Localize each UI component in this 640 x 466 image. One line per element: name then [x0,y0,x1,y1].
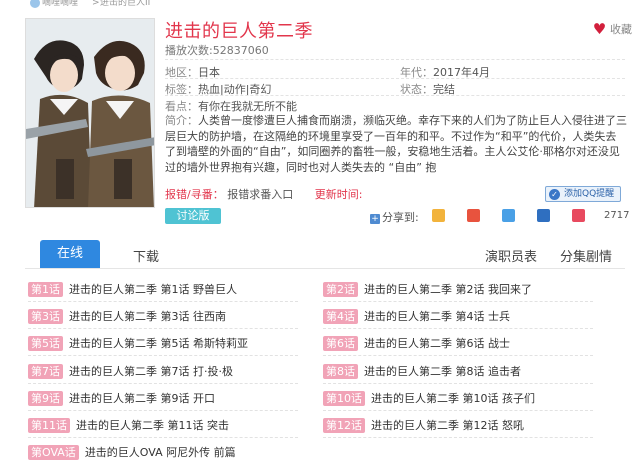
heart-icon: ♥ [592,20,607,38]
share-count: 2717 [604,210,630,221]
tab-download[interactable]: 下载 [133,246,159,265]
watch-label: 看点： [165,100,198,113]
divider [323,328,593,329]
tab-underline [25,268,625,269]
synopsis: 简介：人类曾一度惨遭巨人捕食而崩溃，濒临灭绝。幸存下来的人们为了防止巨人入侵往进… [165,113,627,175]
divider [165,95,625,96]
episode-badge: 第7话 [28,364,63,379]
divider [165,78,625,79]
episode-title[interactable]: 进击的巨人第二季 第6话 战士 [364,337,510,350]
episode-item[interactable]: 第8话 进击的巨人第二季 第8话 追击者 [323,364,521,380]
synopsis-label: 简介： [165,114,198,127]
episode-badge: 第2话 [323,282,358,297]
episode-item[interactable]: 第11话 进击的巨人第二季 第11话 突击 [28,418,229,434]
episode-badge: 第9话 [28,391,63,406]
episode-item[interactable]: 第9话 进击的巨人第二季 第9话 开口 [28,391,215,407]
episode-title[interactable]: 进击的巨人第二季 第12话 怒吼 [371,419,524,432]
share-plus-icon[interactable]: + [370,214,380,224]
episode-badge: 第10话 [323,391,365,406]
episode-item[interactable]: 第4话 进击的巨人第二季 第4话 士兵 [323,309,510,325]
divider [28,437,298,438]
episode-item[interactable]: 第6话 进击的巨人第二季 第6话 战士 [323,336,510,352]
weibo-share-icon[interactable] [467,209,480,222]
episode-title[interactable]: 进击的巨人第二季 第5话 希斯特莉亚 [69,337,248,350]
episode-title[interactable]: 进击的巨人第二季 第1话 野兽巨人 [69,283,237,296]
forum-button[interactable]: 讨论版 [165,208,221,224]
breadcrumb-separator: > [92,0,100,8]
divider [28,355,298,356]
episode-title[interactable]: 进击的巨人第二季 第7话 打·投·极 [69,365,233,378]
episode-title[interactable]: 进击的巨人第二季 第11话 突击 [76,419,229,432]
show-title: 进击的巨人第二季 [165,21,313,42]
update-time-label: 更新时间: [314,188,363,201]
episode-item[interactable]: 第2话 进击的巨人第二季 第2话 我回来了 [323,282,532,298]
poster-illustration [26,19,154,207]
episode-item[interactable]: 第1话 进击的巨人第二季 第1话 野兽巨人 [28,282,237,298]
renren-share-icon[interactable] [537,209,550,222]
divider [165,59,625,60]
episode-item[interactable]: 第3话 进击的巨人第二季 第3话 往西南 [28,309,226,325]
episode-badge: 第8话 [323,364,358,379]
tab-plot[interactable]: 分集剧情 [560,246,612,265]
home-icon[interactable] [30,0,40,8]
breadcrumb-current[interactable]: 进击的巨人II [100,0,150,8]
qq-remind-label: 添加QQ提醒 [564,189,615,199]
episode-badge: 第OVA话 [28,445,79,460]
divider [323,410,593,411]
divider [28,410,298,411]
play-count: 播放次数:52837060 [165,44,269,57]
episode-badge: 第3话 [28,309,63,324]
report-label: 报错/寻番： [165,188,224,201]
divider [28,328,298,329]
episode-title[interactable]: 进击的巨人第二季 第10话 孩子们 [371,392,535,405]
qq-remind-button[interactable]: ✓ 添加QQ提醒 [545,186,621,202]
breadcrumb-site[interactable]: 嘀哩嘀哩 [42,0,78,8]
watch-value: 有你在我就无所不能 [198,100,297,113]
share-label-group: + 分享到: [370,209,419,225]
synopsis-text: 人类曾一度惨遭巨人捕食而崩溃，濒临灭绝。幸存下来的人们为了防止巨人入侵往进了三层… [165,114,627,174]
episode-tabs: 在线 下载 演职员表 分集剧情 [0,240,640,268]
divider [28,301,298,302]
episode-badge: 第6话 [323,336,358,351]
favorite-button[interactable]: ♥ 收藏 [593,20,632,38]
favorite-label: 收藏 [610,23,632,36]
episode-title[interactable]: 进击的巨人第二季 第8话 追击者 [364,365,521,378]
watch-row: 看点：有你在我就无所不能 [165,98,297,114]
episode-item[interactable]: 第12话 进击的巨人第二季 第12话 怒吼 [323,418,524,434]
report-row: 报错/寻番： 报错求番入口 更新时间: [165,186,362,202]
episode-item[interactable]: 第OVA话 进击的巨人OVA 阿尼外传 前篇 [28,445,236,461]
episode-item[interactable]: 第7话 进击的巨人第二季 第7话 打·投·极 [28,364,233,380]
episode-item[interactable]: 第10话 进击的巨人第二季 第10话 孩子们 [323,391,535,407]
episode-badge: 第1话 [28,282,63,297]
episode-title[interactable]: 进击的巨人第二季 第3话 往西南 [69,310,226,323]
episode-title[interactable]: 进击的巨人第二季 第9话 开口 [69,392,215,405]
divider [323,301,593,302]
report-link[interactable]: 报错求番入口 [227,188,293,201]
tab-cast[interactable]: 演职员表 [485,246,537,265]
episode-title[interactable]: 进击的巨人OVA 阿尼外传 前篇 [85,446,236,459]
anime-poster[interactable] [25,18,155,208]
episode-item[interactable]: 第5话 进击的巨人第二季 第5话 希斯特莉亚 [28,336,248,352]
breadcrumb: 嘀哩嘀哩 > 进击的巨人II [0,0,640,10]
qq-icon: ✓ [549,189,560,200]
divider [323,383,593,384]
share-label: 分享到: [382,211,419,224]
episode-badge: 第11话 [28,418,70,433]
divider [323,437,593,438]
douban-share-icon[interactable] [572,209,585,222]
divider [323,355,593,356]
episode-title[interactable]: 进击的巨人第二季 第2话 我回来了 [364,283,532,296]
episode-title[interactable]: 进击的巨人第二季 第4话 士兵 [364,310,510,323]
episode-badge: 第12话 [323,418,365,433]
episode-badge: 第4话 [323,309,358,324]
qzone-share-icon[interactable] [432,209,445,222]
tencent-weibo-share-icon[interactable] [502,209,515,222]
tab-online[interactable]: 在线 [40,240,100,268]
episode-badge: 第5话 [28,336,63,351]
divider [28,383,298,384]
